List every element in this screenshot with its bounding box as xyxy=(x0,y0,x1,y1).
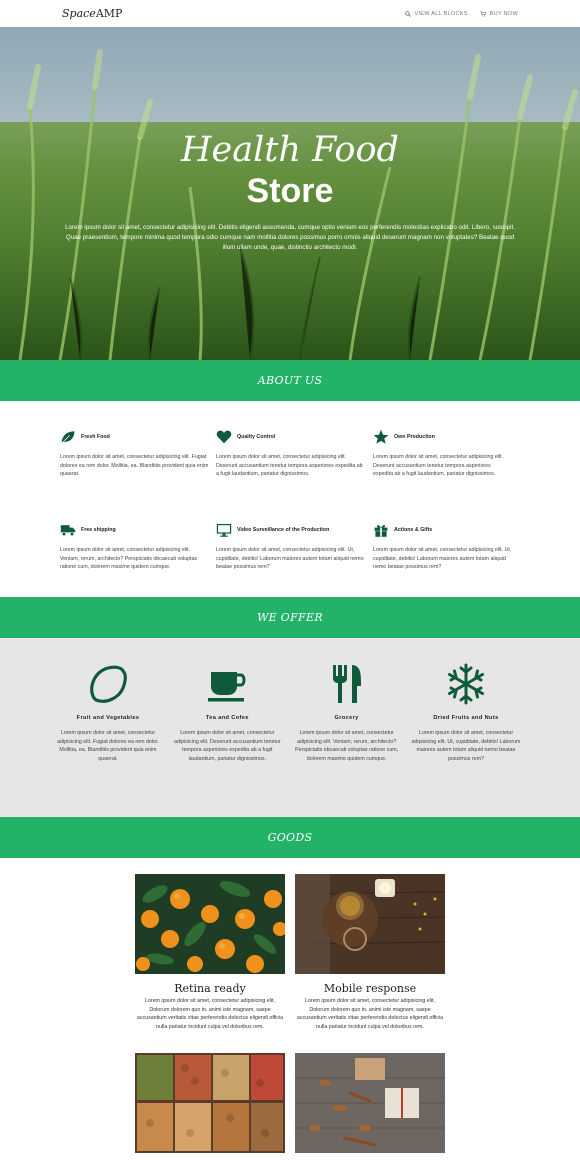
site-logo[interactable]: SpaceAMP xyxy=(62,7,122,20)
feature-text: Lorem ipsum dolor sit amet, consectetur … xyxy=(373,547,512,571)
hero-subtitle: Store xyxy=(246,172,334,210)
goods-item xyxy=(135,1053,285,1154)
goods-text: Lorem ipsum dolor sit amet, consectetur … xyxy=(136,998,284,1030)
feature-item: Own Production Lorem ipsum dolor sit ame… xyxy=(373,429,518,504)
hero-description: Lorem ipsum dolor sit amet, consectetur … xyxy=(65,224,515,251)
goods-grid: Retina ready Lorem ipsum dolor sit amet,… xyxy=(135,874,445,1154)
feature-title: Own Production xyxy=(394,434,435,440)
search-icon xyxy=(404,10,411,17)
offer-text: Lorem ipsum dolor sit amet, consectetur … xyxy=(174,730,281,762)
feature-title: Quality Control xyxy=(237,434,276,440)
goods-section: Retina ready Lorem ipsum dolor sit amet,… xyxy=(0,858,580,1154)
offer-item: Dried Fruits and Nuts Lorem ipsum dolor … xyxy=(410,662,522,817)
offer-text: Lorem ipsum dolor sit amet, consectetur … xyxy=(411,730,521,762)
oranges-image xyxy=(135,874,285,974)
leaf-icon xyxy=(61,431,75,443)
offer-section: Fruit and Vegetables Lorem ipsum dolor s… xyxy=(0,638,580,817)
buy-now-label: BUY NOW xyxy=(489,10,518,17)
goods-item: Mobile response Lorem ipsum dolor sit am… xyxy=(295,874,445,1031)
view-all-blocks-link[interactable]: VIEW ALL BLOCKS xyxy=(404,10,468,17)
feature-text: Lorem ipsum dolor sit amet, consectetur … xyxy=(373,454,504,478)
offer-title: Fruit and Vegetables xyxy=(76,715,140,721)
snowflake-icon xyxy=(447,663,484,705)
offer-title: Dried Fruits and Nuts xyxy=(433,715,499,721)
fork-knife-icon xyxy=(332,665,361,703)
hero-title: Health Food xyxy=(181,130,399,170)
gift-icon xyxy=(374,525,388,537)
offer-item: Grocery Lorem ipsum dolor sit amet, cons… xyxy=(291,662,403,817)
features-grid: Fresh Food Lorem ipsum dolor sit amet, c… xyxy=(0,401,580,597)
feature-title: Video Surveillance of the Production xyxy=(237,527,330,533)
star-icon xyxy=(373,429,389,444)
buy-now-link[interactable]: BUY NOW xyxy=(480,11,518,17)
offer-title: Tea and Cofee xyxy=(205,715,249,721)
market-produce-image xyxy=(135,1053,285,1154)
spices-gifts-image xyxy=(295,1053,445,1154)
goods-item xyxy=(295,1053,445,1154)
coffee-cup-icon xyxy=(208,672,246,702)
feature-title: Actions & Gifts xyxy=(394,527,433,533)
goods-text: Lorem ipsum dolor sit amet, consectetur … xyxy=(296,998,444,1030)
truck-icon xyxy=(60,525,76,537)
logo-italic: Space xyxy=(62,7,96,20)
view-all-blocks-label: VIEW ALL BLOCKS xyxy=(414,10,468,17)
goods-heading-bar: GOODS xyxy=(0,817,580,858)
offer-text: Lorem ipsum dolor sit amet, consectetur … xyxy=(295,730,399,762)
hero-banner: Health Food Store Lorem ipsum dolor sit … xyxy=(0,27,580,360)
feature-item: Actions & Gifts Lorem ipsum dolor sit am… xyxy=(373,522,518,597)
feature-item: Fresh Food Lorem ipsum dolor sit amet, c… xyxy=(60,429,216,504)
feature-title: Fresh Food xyxy=(81,434,110,440)
goods-item: Retina ready Lorem ipsum dolor sit amet,… xyxy=(135,874,285,1031)
hero-content: Health Food Store Lorem ipsum dolor sit … xyxy=(0,27,580,360)
offer-text: Lorem ipsum dolor sit amet, consectetur … xyxy=(57,730,159,762)
feature-item: Quality Control Lorem ipsum dolor sit am… xyxy=(216,429,373,504)
about-us-heading: ABOUT US xyxy=(257,374,323,387)
heart-icon xyxy=(216,430,232,444)
top-bar: SpaceAMP VIEW ALL BLOCKS BUY NOW xyxy=(0,0,580,27)
offer-item: Fruit and Vegetables Lorem ipsum dolor s… xyxy=(52,662,164,817)
goods-title: Retina ready xyxy=(174,982,246,995)
feature-title: Free shipping xyxy=(81,527,116,533)
feature-text: Lorem ipsum dolor sit amet, consectetur … xyxy=(216,454,363,478)
offer-item: Tea and Cofee Lorem ipsum dolor sit amet… xyxy=(171,662,283,817)
feature-item: Video Surveillance of the Production Lor… xyxy=(216,522,373,597)
tea-table-image xyxy=(295,874,445,974)
offer-title: Grocery xyxy=(334,715,359,721)
feature-item: Free shipping Lorem ipsum dolor sit amet… xyxy=(60,522,216,597)
goods-title: Mobile response xyxy=(323,982,417,995)
feature-text: Lorem ipsum dolor sit amet, consectetur … xyxy=(60,454,209,478)
top-nav: VIEW ALL BLOCKS BUY NOW xyxy=(404,10,519,17)
feature-text: Lorem ipsum dolor sit amet, consectetur … xyxy=(216,547,364,571)
goods-heading: GOODS xyxy=(267,831,313,844)
we-offer-heading-bar: WE OFFER xyxy=(0,597,580,638)
we-offer-heading: WE OFFER xyxy=(257,611,323,624)
lemon-icon xyxy=(90,665,127,703)
about-us-heading-bar: ABOUT US xyxy=(0,360,580,401)
feature-text: Lorem ipsum dolor sit amet, consectetur … xyxy=(60,547,198,571)
logo-rest: AMP xyxy=(95,7,123,20)
monitor-icon xyxy=(216,524,232,537)
cart-icon xyxy=(480,10,486,17)
